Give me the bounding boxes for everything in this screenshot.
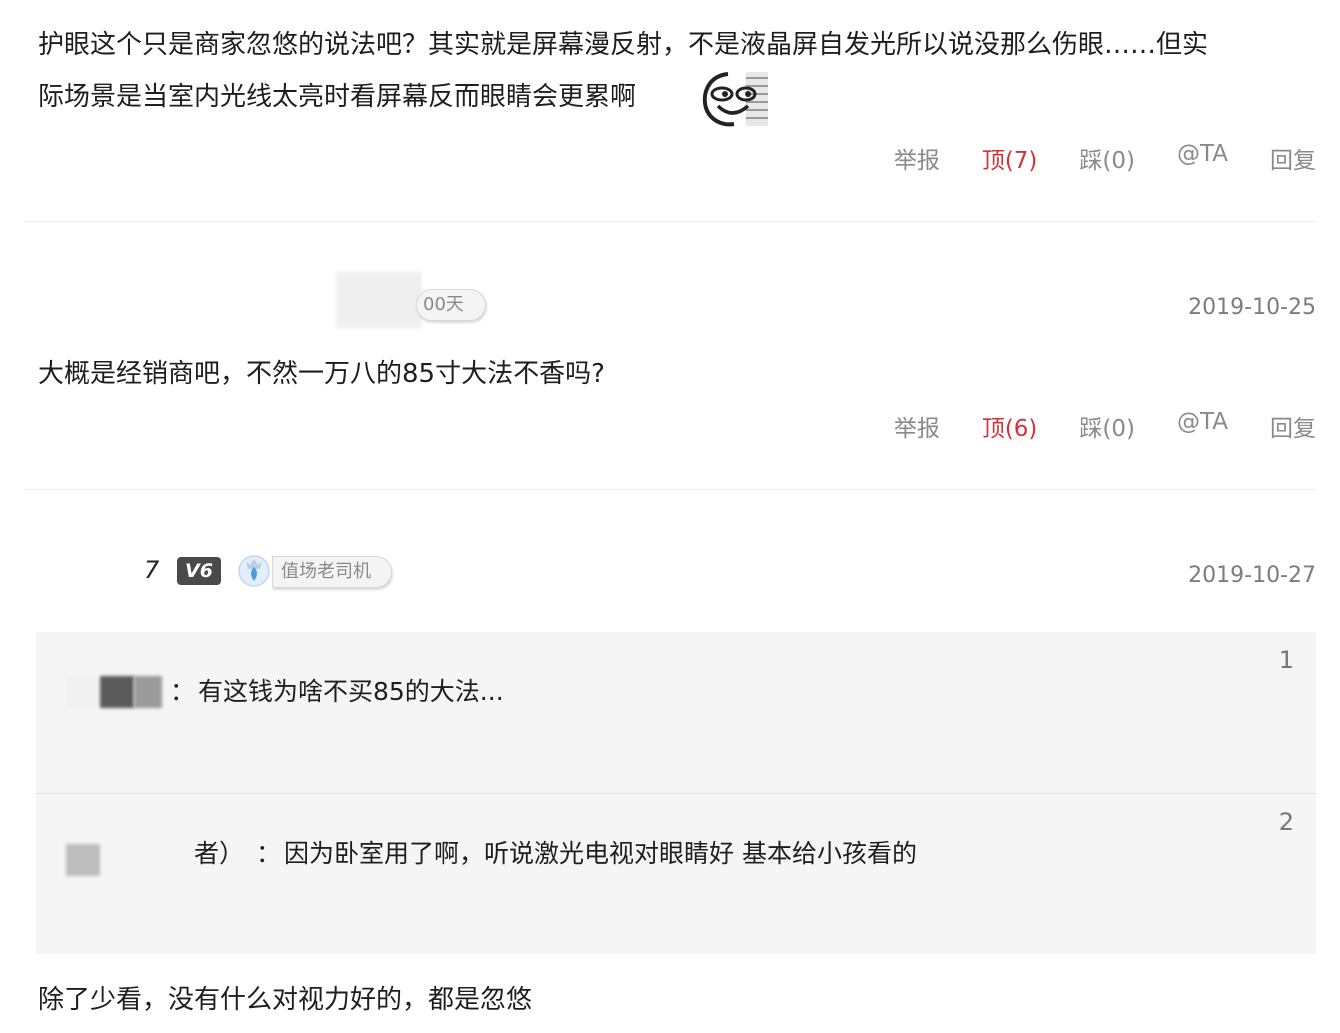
quoted-reply-1: ： 有这钱为啥不买85的大法... 1 — [36, 632, 1316, 793]
comment-1-actions: 举报 顶(7) 踩(0) @TA 回复 — [852, 141, 1316, 175]
comment-3-text: 除了少看，没有什么对视力好的，都是忽悠 — [38, 985, 533, 1015]
user-days-badge: 00天 — [416, 289, 486, 321]
avatar — [66, 676, 98, 708]
avatar — [66, 844, 100, 876]
reply-button[interactable]: 回复 — [1270, 141, 1316, 175]
comment-2-text: 大概是经销商吧，不然一万八的85寸大法不香吗? — [38, 359, 605, 389]
laughing-emoji-icon — [698, 70, 770, 128]
avatar[interactable] — [336, 272, 422, 328]
comment-1-text-line-1: 护眼这个只是商家忽悠的说法吧？其实就是屏幕漫反射，不是液晶屏自发光所以说没那么伤… — [38, 30, 1209, 60]
username-fragment[interactable]: 7 — [144, 556, 159, 584]
mention-button[interactable]: @TA — [1177, 141, 1228, 175]
floor-number: 2 — [1278, 808, 1294, 836]
level-badge: V6 — [177, 557, 221, 585]
quote-separator: ： — [256, 839, 282, 868]
divider — [24, 489, 1316, 490]
reply-button[interactable]: 回复 — [1270, 409, 1316, 443]
downvote-button[interactable]: 踩(0) — [1079, 409, 1135, 443]
diamond-icon — [236, 553, 272, 587]
floor-number: 1 — [1278, 646, 1294, 674]
report-button[interactable]: 举报 — [894, 409, 940, 443]
quote-user-suffix: 者） — [194, 839, 245, 868]
divider — [24, 221, 1316, 222]
report-button[interactable]: 举报 — [894, 141, 940, 175]
downvote-button[interactable]: 踩(0) — [1079, 141, 1135, 175]
username-redacted — [100, 676, 134, 708]
mention-button[interactable]: @TA — [1177, 409, 1228, 443]
username-redacted — [134, 676, 162, 708]
upvote-button[interactable]: 顶(6) — [982, 409, 1038, 443]
comment-1-text-line-2: 际场景是当室内光线太亮时看屏幕反而眼睛会更累啊 — [38, 82, 637, 112]
upvote-button[interactable]: 顶(7) — [982, 141, 1038, 175]
comment-3-date: 2019-10-27 — [1188, 563, 1316, 588]
user-title-badge: 值场老司机 — [272, 556, 392, 588]
quote-text: 有这钱为啥不买85的大法... — [198, 677, 504, 706]
comment-2-date: 2019-10-25 — [1188, 295, 1316, 320]
quote-separator: ： — [170, 677, 196, 706]
comment-2-actions: 举报 顶(6) 踩(0) @TA 回复 — [852, 409, 1316, 443]
quote-text: 因为卧室用了啊，听说激光电视对眼睛好 基本给小孩看的 — [284, 839, 917, 868]
quoted-reply-2: 者） ： 因为卧室用了啊，听说激光电视对眼睛好 基本给小孩看的 2 — [36, 794, 1316, 954]
